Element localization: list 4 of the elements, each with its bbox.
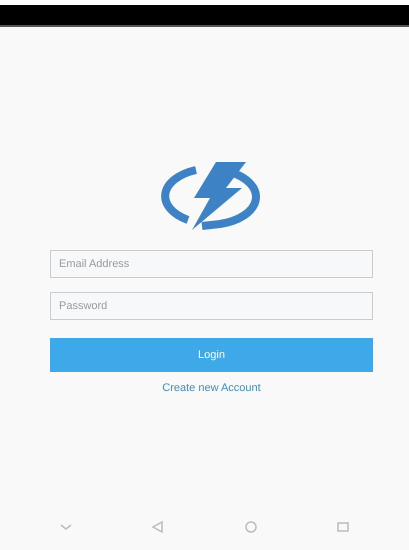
email-field[interactable]: Email Address <box>50 250 373 278</box>
create-account-link[interactable]: Create new Account <box>162 382 261 394</box>
login-button[interactable]: Login <box>50 338 373 372</box>
password-field[interactable]: Password <box>50 292 373 320</box>
